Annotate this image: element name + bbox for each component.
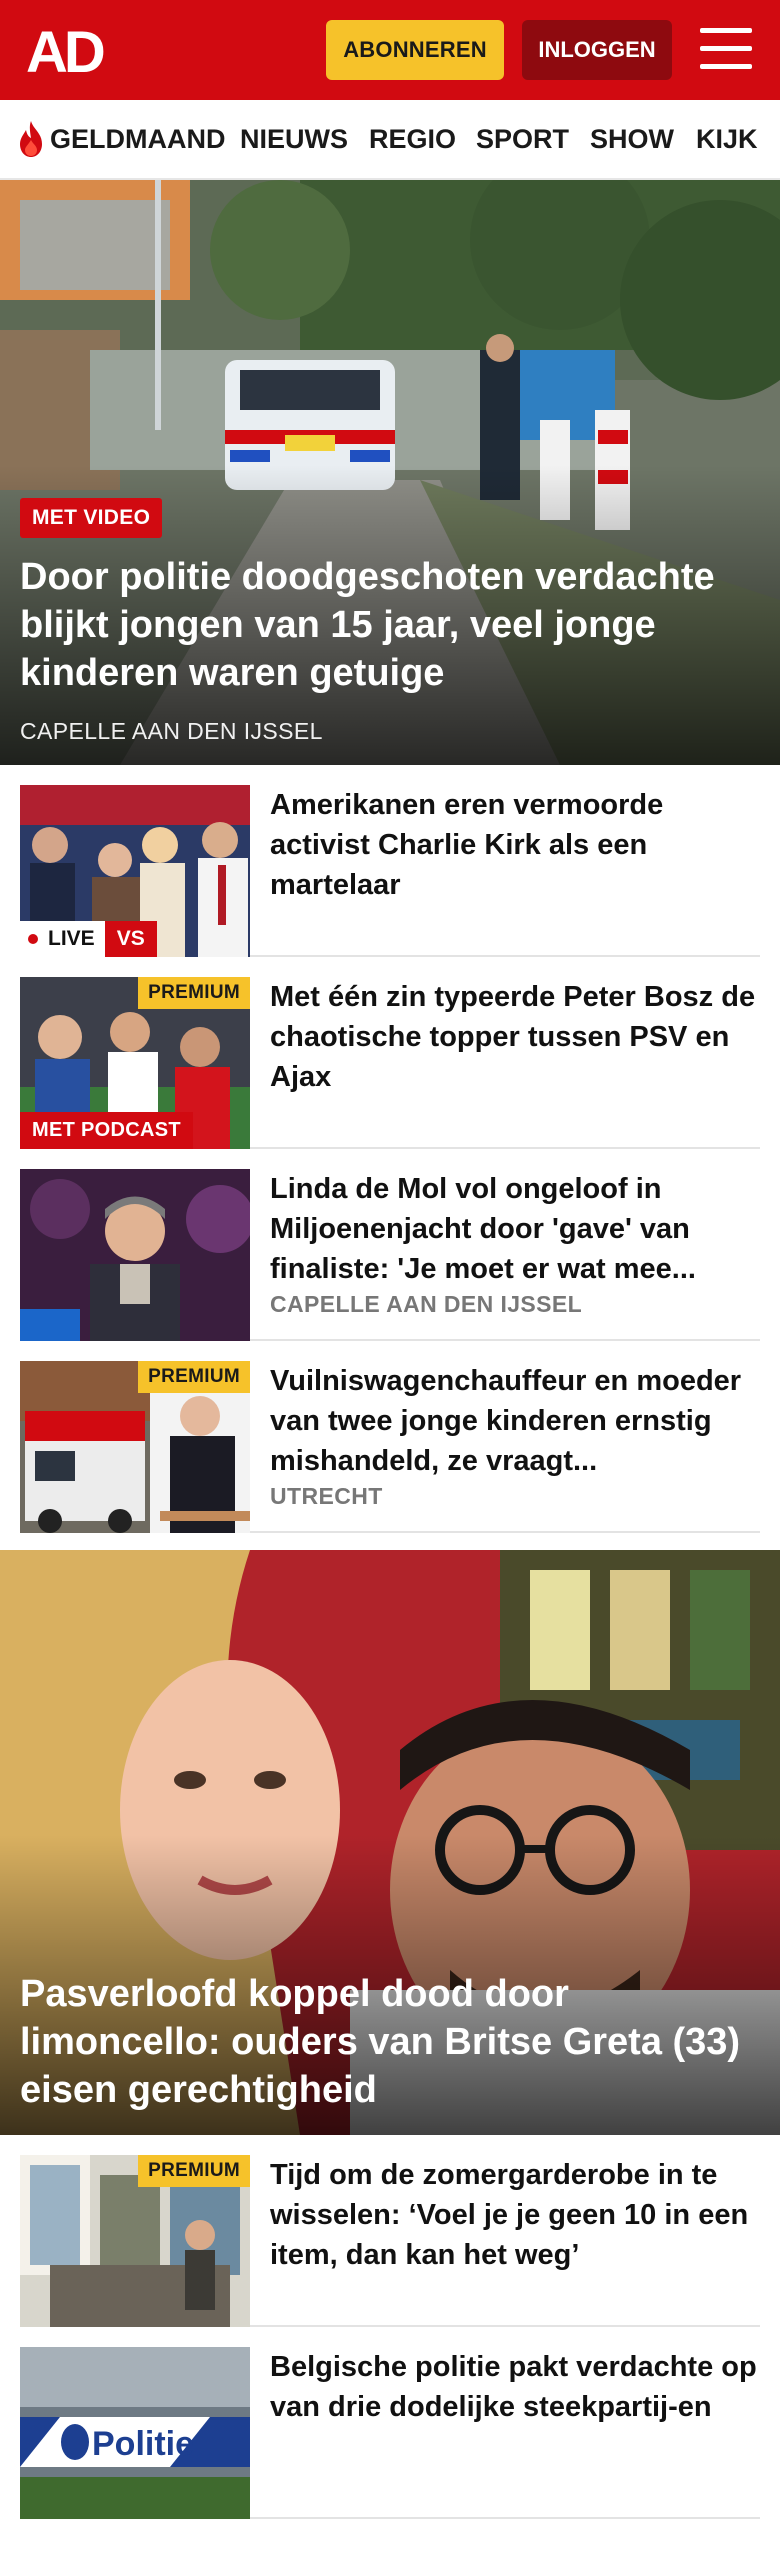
ad-logo[interactable]: AD — [26, 22, 118, 78]
nav-item-regio[interactable]: REGIO — [369, 124, 456, 155]
article-title[interactable]: Vuilniswagenchauffeur en moeder van twee… — [270, 1361, 760, 1481]
site-header: AD ABONNEREN INLOGGEN — [0, 0, 780, 100]
nav-item-sport[interactable]: SPORT — [476, 124, 569, 155]
list-item[interactable]: PREMIUM MET PODCAST Met één zin typeerde… — [20, 957, 760, 1149]
nav-item-geldmaand[interactable]: GELDMAAND — [50, 124, 226, 155]
article-title[interactable]: Met één zin typeerde Peter Bosz de chaot… — [270, 977, 760, 1097]
hero-article[interactable]: MET VIDEO Door politie doodgeschoten ver… — [0, 180, 780, 765]
premium-badge: PREMIUM — [138, 977, 250, 1009]
article-thumbnail: PREMIUM MET PODCAST — [20, 977, 250, 1149]
nav-item-show[interactable]: SHOW — [590, 124, 674, 155]
article-title[interactable]: Tijd om de zomergarderobe in te wisselen… — [270, 2155, 760, 2275]
premium-badge: PREMIUM — [138, 1361, 250, 1393]
menu-icon[interactable] — [700, 26, 752, 72]
article-title[interactable]: Linda de Mol vol ongeloof in Miljoenenja… — [270, 1169, 760, 1289]
subscribe-button[interactable]: ABONNEREN — [326, 20, 504, 80]
article-thumbnail: LIVE VS — [20, 785, 250, 957]
article-thumbnail — [20, 1169, 250, 1341]
article-location: UTRECHT — [270, 1483, 383, 1509]
nav-item-kijk[interactable]: KIJK — [696, 124, 758, 155]
article-location: CAPELLE AAN DEN IJSSEL — [270, 1291, 583, 1317]
list-item[interactable]: PREMIUM Tijd om de zomergarderobe in te … — [20, 2135, 760, 2327]
article-thumbnail: Politie — [20, 2347, 250, 2519]
live-dot-icon — [28, 934, 38, 944]
hero-location: CAPELLE AAN DEN IJSSEL — [20, 718, 323, 744]
video-badge: MET VIDEO — [20, 498, 163, 538]
list-item[interactable]: LIVE VS Amerikanen eren vermoorde activi… — [20, 765, 760, 957]
feature-article[interactable]: Pasverloofd koppel dood door limoncello:… — [0, 1550, 780, 2135]
list-item[interactable]: Linda de Mol vol ongeloof in Miljoenenja… — [20, 1149, 760, 1341]
article-thumbnail: PREMIUM — [20, 2155, 250, 2327]
svg-text:AD: AD — [26, 22, 104, 78]
article-title[interactable]: Amerikanen eren vermoorde activist Charl… — [270, 785, 760, 905]
hero-title[interactable]: Door politie doodgeschoten verdachte bli… — [20, 553, 770, 697]
podcast-badge: MET PODCAST — [20, 1112, 193, 1149]
live-badge: LIVE VS — [20, 921, 157, 957]
article-title[interactable]: Belgische politie pakt verdachte op van … — [270, 2347, 760, 2427]
flame-icon — [20, 121, 42, 157]
list-item[interactable]: Politie Belgische politie pakt verdachte… — [20, 2327, 760, 2519]
svg-text:Politie: Politie — [92, 2425, 194, 2463]
login-button[interactable]: INLOGGEN — [522, 20, 672, 80]
premium-badge: PREMIUM — [138, 2155, 250, 2187]
article-thumbnail: PREMIUM — [20, 1361, 250, 1533]
list-item[interactable]: PREMIUM Vuilniswagenchauffeur en moeder … — [20, 1341, 760, 1533]
nav-item-nieuws[interactable]: NIEUWS — [240, 124, 348, 155]
feature-title[interactable]: Pasverloofd koppel dood door limoncello:… — [20, 1970, 760, 2114]
